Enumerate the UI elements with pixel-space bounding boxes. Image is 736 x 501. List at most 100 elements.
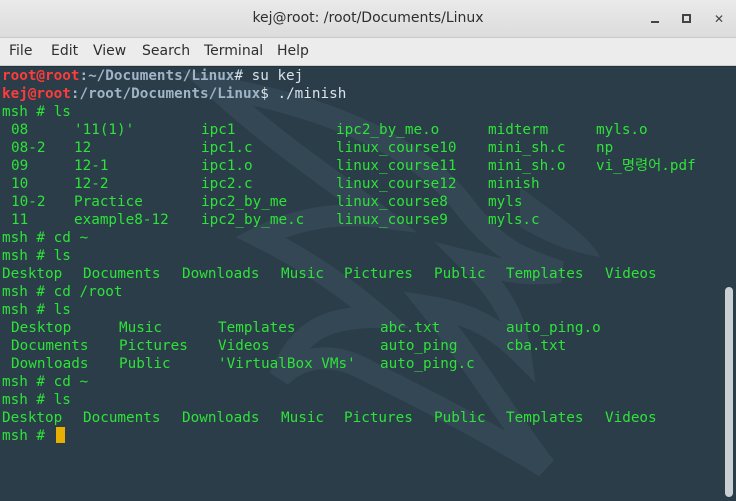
listing-row: 11 example8-12 ipc2_by_me.c linux_course9 my… (2, 211, 540, 229)
file-entry: Pictures (344, 266, 413, 282)
listing-row: Desktop Documents Downloads Music Pictures Pu… (2, 265, 657, 283)
file-entry: Music (119, 320, 163, 336)
terminal-line: msh # cd /root (2, 284, 123, 300)
listing-row: 10 12-2 ipc2.c linux_course12 minish (2, 175, 540, 193)
file-entry: Public (434, 266, 486, 282)
file-entry: np (596, 140, 614, 156)
file-entry: myls.c (488, 212, 540, 228)
file-entry: 10-2 (11, 194, 46, 210)
close-icon[interactable]: ✕ (711, 11, 727, 27)
file-entry: mini_sh.c (488, 140, 566, 156)
menu-search[interactable]: Search (142, 43, 190, 59)
file-entry: 09 (11, 158, 29, 174)
file-entry: linux_course10 (336, 140, 457, 156)
terminal-line: root@root:~/Documents/Linux# su kej (2, 68, 304, 84)
file-entry: myls.o (596, 122, 648, 138)
file-entry: 12 (74, 140, 92, 156)
file-entry: Desktop (2, 266, 63, 282)
file-entry: Documents (83, 410, 161, 426)
file-entry: 'VirtualBox VMs' (218, 356, 356, 372)
file-entry: ipc1.c (201, 140, 253, 156)
terminal-window: kej@root: /root/Documents/Linux ✕ File E… (0, 0, 736, 501)
file-entry: auto_ping.c (380, 356, 475, 372)
file-entry: linux_course11 (336, 158, 457, 174)
file-entry: vi_명령어.pdf (596, 158, 696, 174)
file-entry: Public (119, 356, 171, 372)
terminal-line: msh # ls (2, 248, 71, 264)
file-entry: minish (488, 176, 540, 192)
file-entry: Templates (506, 410, 584, 426)
listing-row: 08-2 12 ipc1.c linux_course10 mini_sh.c np (2, 139, 613, 157)
file-entry: Downloads (11, 356, 89, 372)
file-entry: Desktop (2, 410, 63, 426)
file-entry: abc.txt (380, 320, 441, 336)
terminal-line: msh # ls (2, 302, 71, 318)
file-entry: 08-2 (11, 140, 46, 156)
file-entry: midterm (488, 122, 549, 138)
file-entry: Templates (506, 266, 584, 282)
listing-row: Desktop Music Templates abc.txt auto_ping.o (2, 319, 601, 337)
menu-edit[interactable]: Edit (51, 43, 78, 59)
file-entry: ipc1 (201, 122, 236, 138)
file-entry: ipc2_by_me (201, 194, 288, 210)
file-entry: Music (281, 410, 325, 426)
menu-view[interactable]: View (93, 43, 126, 59)
menu-terminal[interactable]: Terminal (204, 43, 263, 59)
file-entry: ipc2_by_me.c (201, 212, 305, 228)
file-entry: Music (281, 266, 325, 282)
file-entry: Pictures (119, 338, 188, 354)
file-entry: Videos (605, 266, 657, 282)
title-bar[interactable]: kej@root: /root/Documents/Linux ✕ (0, 0, 736, 38)
file-entry: 10 (11, 176, 29, 192)
menu-help[interactable]: Help (277, 43, 309, 59)
terminal-line: msh # ls (2, 392, 71, 408)
file-entry: 08 (11, 122, 29, 138)
file-entry: Documents (11, 338, 89, 354)
file-entry: 12-2 (74, 176, 109, 192)
file-entry: example8-12 (74, 212, 169, 228)
listing-row: 09 12-1 ipc1.o linux_course11 mini_sh.o vi_명령… (2, 157, 696, 175)
window-title: kej@root: /root/Documents/Linux (252, 10, 484, 26)
minimize-icon[interactable] (647, 11, 663, 27)
file-entry: myls (488, 194, 523, 210)
listing-row: Downloads Public 'VirtualBox VMs' auto_ping… (2, 355, 475, 373)
file-entry: Downloads (182, 410, 260, 426)
text-cursor (55, 427, 65, 443)
file-entry: cba.txt (506, 338, 567, 354)
maximize-icon[interactable] (679, 11, 695, 27)
terminal-line: msh # cd ~ (2, 230, 89, 246)
file-entry: linux_course9 (336, 212, 448, 228)
file-entry: ipc2.c (201, 176, 253, 192)
file-entry: linux_course12 (336, 176, 457, 192)
terminal-output[interactable]: root@root:~/Documents/Linux# su kej kej@… (0, 67, 722, 501)
file-entry: Documents (83, 266, 161, 282)
file-entry: Practice (74, 194, 143, 210)
file-entry: '11(1)' (74, 122, 135, 138)
file-entry: 11 (11, 212, 29, 228)
file-entry: mini_sh.o (488, 158, 566, 174)
listing-row: 08 '11(1)' ipc1 ipc2_by_me.o midterm myls.o (2, 121, 648, 139)
file-entry: auto_ping.o (506, 320, 601, 336)
terminal-line: msh # ls (2, 104, 71, 120)
terminal-line: msh # (2, 427, 346, 445)
scrollbar[interactable] (722, 67, 736, 501)
menu-file[interactable]: File (9, 43, 32, 59)
file-entry: 12-1 (74, 158, 109, 174)
file-entry: ipc2_by_me.o (336, 122, 440, 138)
listing-row: Desktop Documents Downloads Music Pictures Pu… (2, 409, 657, 427)
scrollbar-thumb[interactable] (725, 287, 733, 497)
listing-row: Documents Pictures Videos auto_ping cba.txt (2, 337, 566, 355)
terminal-lines: root@root:~/Documents/Linux# su kej kej@… (2, 67, 696, 445)
file-entry: Videos (605, 410, 657, 426)
file-entry: Downloads (182, 266, 260, 282)
menu-bar: File Edit View Search Terminal Help (0, 38, 736, 66)
file-entry: linux_course8 (336, 194, 448, 210)
file-entry: Videos (218, 338, 270, 354)
terminal-line: kej@root:/root/Documents/Linux$ ./minish (2, 86, 347, 102)
file-entry: Desktop (11, 320, 72, 336)
terminal-line: msh # cd ~ (2, 374, 89, 390)
file-entry: Pictures (344, 410, 413, 426)
listing-row: 10-2 Practice ipc2_by_me linux_course8 myls (2, 193, 522, 211)
file-entry: ipc1.o (201, 158, 253, 174)
file-entry: Templates (218, 320, 296, 336)
